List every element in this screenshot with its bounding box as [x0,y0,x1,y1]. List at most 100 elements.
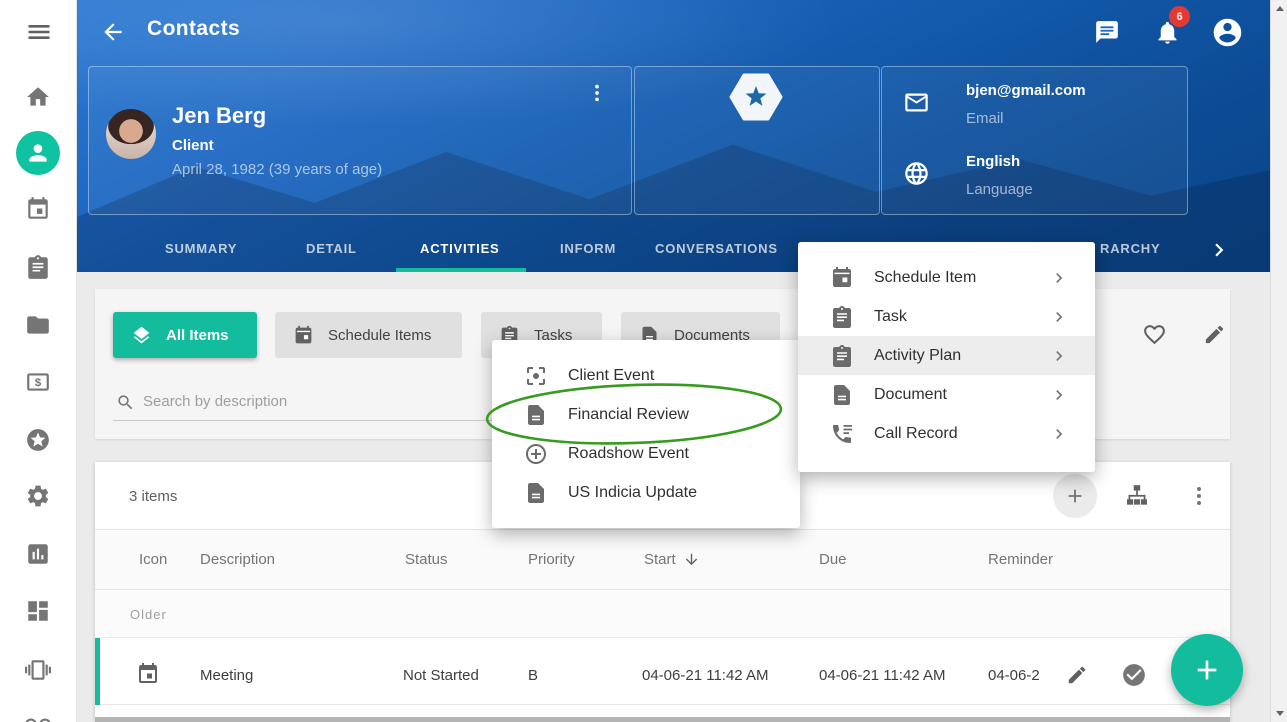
favorite-heart-icon[interactable] [1142,322,1167,347]
tab-conversations[interactable]: CONVERSATIONS [655,241,778,256]
column-header-priority[interactable]: Priority [528,551,575,568]
submenu-item-financial-review[interactable]: Financial Review [492,395,800,434]
add-circle-icon [524,442,548,466]
account-avatar-icon[interactable] [1211,16,1244,49]
chevron-right-icon [1049,307,1069,327]
menu-item-document[interactable]: Document [798,375,1095,414]
active-tab-underline [396,268,526,272]
email-icon [903,89,930,116]
menu-item-call-record[interactable]: Call Record [798,414,1095,453]
tab-inform[interactable]: INFORM [560,241,616,256]
menu-item-schedule-item[interactable]: Schedule Item [798,258,1095,297]
table-bottom-strip [95,717,1230,722]
calendar-icon[interactable] [25,196,51,222]
scroll-down-arrow-icon [1276,711,1284,716]
hamburger-menu-icon[interactable] [25,18,53,46]
email-label: Email [966,110,1004,127]
app-screen: Contacts 6 Jen Berg Client April 28, 198… [0,0,1287,722]
column-header-due[interactable]: Due [819,551,847,568]
column-header-reminder[interactable]: Reminder [988,551,1053,568]
table-group-row[interactable] [95,590,1230,638]
menu-item-label: Document [874,386,947,404]
table-overflow-menu-icon[interactable] [1187,484,1211,508]
tab-activities[interactable]: ACTIVITIES [420,241,500,256]
column-header-start[interactable]: Start [644,551,700,568]
submenu-item-us-indicia-update[interactable]: US Indicia Update [492,473,800,512]
chevron-right-icon [1049,424,1069,444]
search-input[interactable] [141,388,475,414]
layers-icon [131,325,152,346]
menu-item-activity-plan[interactable]: Activity Plan [798,336,1095,375]
email-value: bjen@gmail.com [966,82,1086,99]
clipboard-icon [830,305,854,329]
tasks-clipboard-icon[interactable] [25,254,51,280]
scrollbar-down-button[interactable] [1271,705,1287,722]
voicemail-icon[interactable] [25,712,51,722]
chevron-right-icon [1049,385,1069,405]
notification-badge: 6 [1169,6,1190,27]
card-overflow-menu-icon[interactable] [586,82,608,104]
profile-role: Client [172,137,214,154]
menu-item-label: Financial Review [568,406,689,424]
calendar-icon [293,325,314,346]
activity-plan-submenu: Client Event Financial Review Roadshow E… [492,340,800,528]
scrollbar-up-button[interactable] [1271,0,1287,17]
filter-all-items-button[interactable]: All Items [113,312,257,358]
items-count: 3 items [129,488,177,505]
call-record-icon [830,422,854,446]
tabs-scroll-chevron-icon[interactable] [1206,237,1232,263]
cell-description: Meeting [200,667,253,684]
fab-add-button[interactable] [1171,634,1243,706]
clipboard-icon [830,344,854,368]
submenu-item-roadshow-event[interactable]: Roadshow Event [492,434,800,473]
filter-schedule-items-button[interactable]: Schedule Items [275,312,462,358]
home-icon[interactable] [25,84,51,110]
chevron-right-icon [1049,346,1069,366]
document-icon [830,383,854,407]
globe-icon [903,160,930,187]
star-circle-icon[interactable] [25,427,51,453]
client-event-icon [524,364,548,388]
settings-gear-icon[interactable] [25,483,51,509]
filter-schedule-items-label: Schedule Items [328,327,431,344]
row-edit-pencil-icon[interactable] [1066,664,1088,686]
submenu-item-client-event[interactable]: Client Event [492,356,800,395]
row-complete-check-icon[interactable] [1121,662,1147,688]
column-header-icon[interactable]: Icon [139,551,167,568]
contacts-active-icon[interactable] [16,131,60,175]
column-header-description[interactable]: Description [200,551,275,568]
plus-icon [1191,654,1223,686]
filter-all-items-label: All Items [166,327,229,344]
back-arrow-icon[interactable] [100,19,126,45]
group-label: Older [130,607,167,622]
add-item-button[interactable] [1053,474,1097,518]
cell-priority: B [528,667,538,684]
menu-item-label: US Indicia Update [568,484,697,502]
vibration-icon[interactable] [25,657,51,683]
column-header-status[interactable]: Status [405,551,448,568]
hierarchy-view-icon[interactable] [1124,483,1150,509]
folder-icon[interactable] [25,312,51,338]
create-activity-menu: Schedule Item Task Activity Plan Documen… [798,242,1095,472]
tab-hierarchy-partial[interactable]: RARCHY [1100,241,1160,256]
menu-item-label: Task [874,308,907,326]
reports-chart-icon[interactable] [25,541,51,567]
profile-birthdate: April 28, 1982 (39 years of age) [172,161,382,178]
tab-detail[interactable]: DETAIL [306,241,357,256]
cell-status: Not Started [403,667,479,684]
left-sidebar [0,0,77,722]
profile-card[interactable] [88,66,632,215]
document-icon [524,481,548,505]
menu-item-task[interactable]: Task [798,297,1095,336]
menu-item-label: Schedule Item [874,269,976,287]
document-icon [524,403,548,427]
chat-icon[interactable] [1094,19,1120,45]
vertical-scrollbar [1270,0,1287,722]
tab-summary[interactable]: SUMMARY [165,241,237,256]
dashboard-icon[interactable] [25,598,51,624]
profile-name: Jen Berg [172,103,266,129]
billing-money-icon[interactable] [25,369,51,395]
profile-avatar[interactable] [106,109,156,159]
edit-pencil-icon[interactable] [1203,323,1226,346]
chevron-right-icon [1049,268,1069,288]
